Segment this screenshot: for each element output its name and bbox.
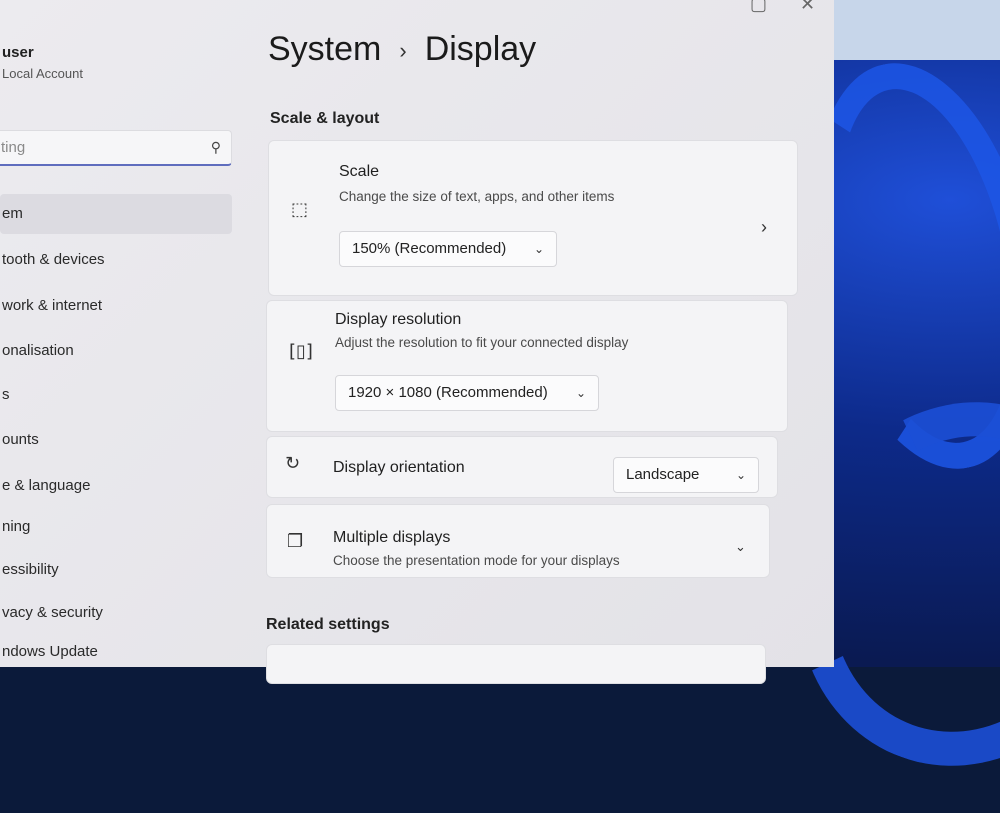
page-title: Display [424,30,537,68]
sidebar-item-accounts[interactable]: ounts [0,420,232,460]
display-resolution-value: 1920 × 1080 (Recommended) [348,384,548,401]
chevron-down-icon: ⌄ [735,468,746,482]
section-title-scale-layout: Scale & layout [270,110,380,127]
search-icon[interactable]: ⚲ [211,139,221,156]
sidebar-item-apps[interactable]: s [0,375,232,415]
wallpaper-sky [830,0,1000,60]
display-orientation-card: ↻ Display orientation Landscape ⌄ [266,436,778,498]
scale-icon: ⬚ [291,199,309,220]
display-resolution-dropdown[interactable]: 1920 × 1080 (Recommended) ⌄ [335,375,599,411]
close-button[interactable]: ✕ [800,0,815,15]
sidebar-item-gaming[interactable]: ning [0,507,232,547]
chevron-down-icon: ⌄ [575,386,586,400]
section-title-related-settings: Related settings [266,616,390,633]
multiple-displays-icon: ❐ [287,531,304,552]
display-orientation-dropdown[interactable]: Landscape ⌄ [613,457,759,493]
search-placeholder: ting [1,139,26,156]
chevron-down-icon[interactable]: ⌄ [735,539,746,555]
scale-subtitle: Change the size of text, apps, and other… [339,189,615,204]
sidebar-item-network[interactable]: work & internet [0,286,232,326]
breadcrumb-parent[interactable]: System [268,30,381,68]
sidebar-item-privacy-security[interactable]: vacy & security [0,593,232,633]
user-account-type: Local Account [2,66,83,81]
sidebar-item-label: s [2,386,10,403]
settings-window: ▢ ✕ user Local Account ting ⚲ em tooth &… [0,0,834,684]
multiple-displays-title: Multiple displays [333,529,451,546]
resolution-icon: [▯] [289,341,313,362]
sidebar-item-label: ndows Update [2,643,98,660]
orientation-icon: ↻ [285,453,301,474]
sidebar-item-personalisation[interactable]: onalisation [0,331,232,371]
multiple-displays-subtitle: Choose the presentation mode for your di… [333,553,620,568]
sidebar-item-label: onalisation [2,342,74,359]
display-orientation-title: Display orientation [333,459,465,476]
sidebar-item-label: ning [2,518,31,535]
scale-title: Scale [339,163,380,180]
display-resolution-title: Display resolution [335,311,462,328]
sidebar-item-bluetooth[interactable]: tooth & devices [0,240,232,280]
user-name: user [2,44,34,61]
sidebar-item-label: e & language [2,477,91,494]
sidebar-item-time-language[interactable]: e & language [0,466,232,506]
sidebar-item-label: em [2,205,23,222]
maximize-button[interactable]: ▢ [750,0,767,15]
breadcrumb-separator-icon: › [399,38,407,64]
sidebar-item-windows-update[interactable]: ndows Update [0,632,232,672]
sidebar-item-accessibility[interactable]: essibility [0,550,232,590]
sidebar-item-label: ounts [2,431,39,448]
sidebar-item-label: essibility [2,561,59,578]
multiple-displays-card[interactable]: ❐ Multiple displays Choose the presentat… [266,504,770,578]
sidebar-item-label: work & internet [2,297,103,314]
scale-dropdown[interactable]: 150% (Recommended) ⌄ [339,231,557,267]
scale-value: 150% (Recommended) [352,240,507,257]
search-input[interactable]: ting ⚲ [0,130,232,166]
sidebar-item-system[interactable]: em [0,194,232,234]
scale-card[interactable]: ⬚ Scale Change the size of text, apps, a… [268,140,798,296]
chevron-down-icon: ⌄ [533,242,544,256]
related-settings-card[interactable] [266,644,766,684]
sidebar-item-label: vacy & security [2,604,103,621]
chevron-right-icon[interactable]: › [761,217,767,238]
sidebar-item-label: tooth & devices [2,251,105,268]
display-resolution-card: [▯] Display resolution Adjust the resolu… [266,300,788,432]
display-orientation-value: Landscape [626,466,700,483]
breadcrumb: System › Display [268,30,536,69]
display-resolution-subtitle: Adjust the resolution to fit your connec… [335,335,629,350]
